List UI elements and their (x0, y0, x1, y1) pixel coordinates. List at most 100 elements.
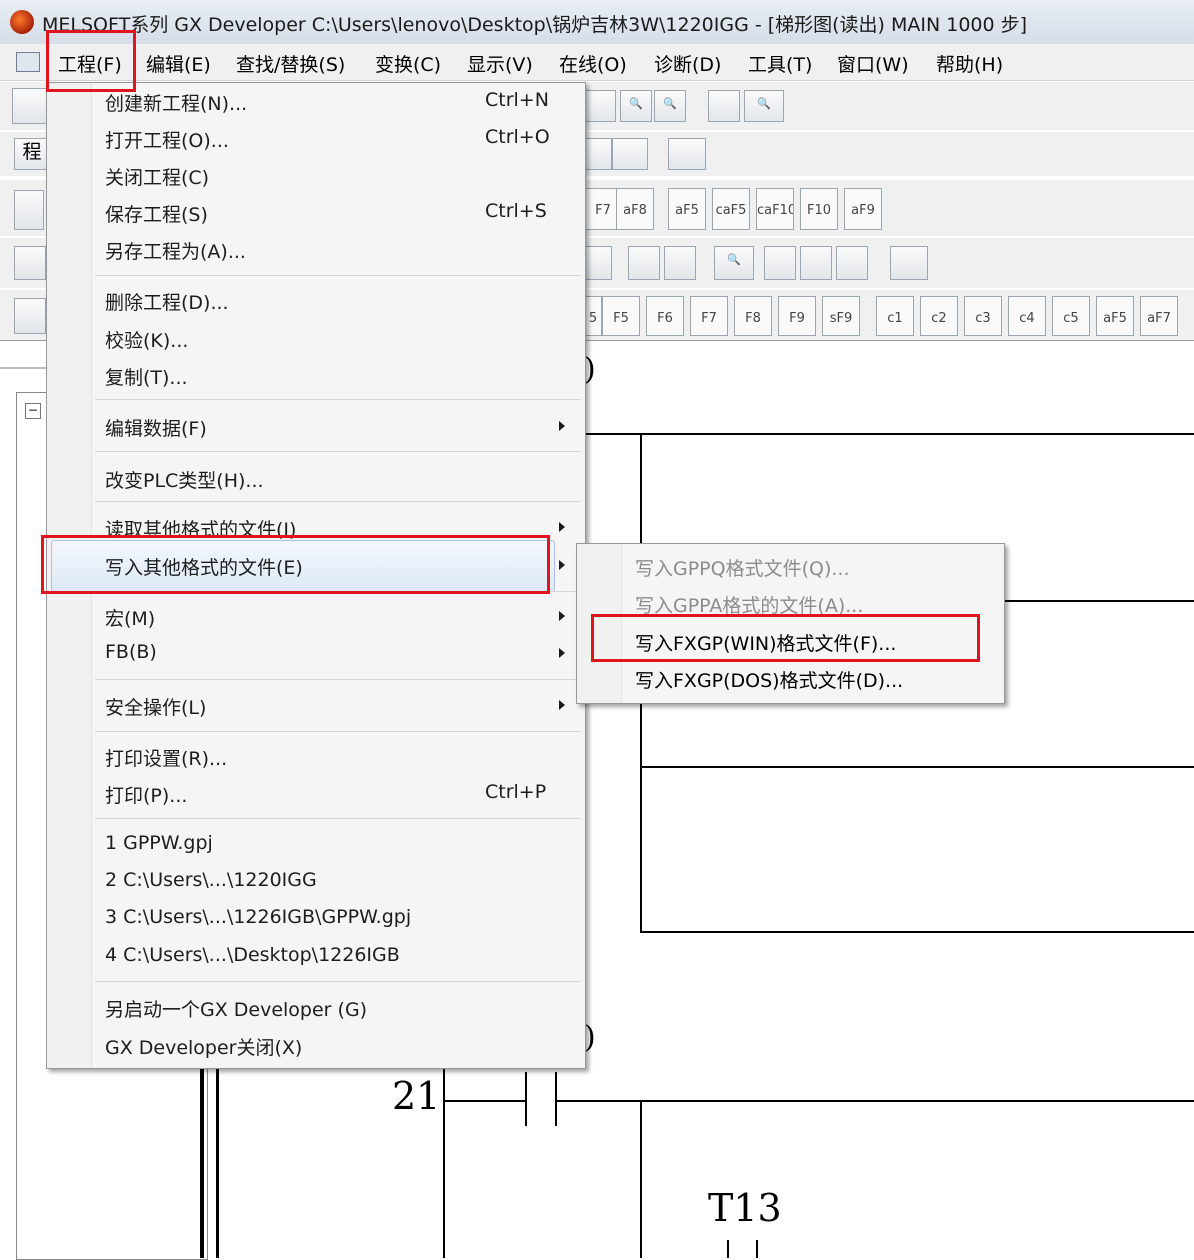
collapse-icon[interactable]: − (25, 403, 41, 419)
menu-item-save-as[interactable]: 另存工程为(A)... (105, 237, 246, 264)
ladder-line (557, 1100, 1194, 1102)
program-label[interactable]: 程 (14, 138, 50, 170)
window-title: MELSOFT系列 GX Developer C:\Users\lenovo\D… (42, 14, 1028, 36)
toolbar-icon[interactable] (584, 90, 616, 122)
search-icon[interactable]: 🔍 (744, 90, 784, 122)
zoom-icon[interactable]: 🔍 (620, 90, 652, 122)
menu-view[interactable]: 显示(V) (467, 50, 533, 77)
fkey-button[interactable]: caF5 (712, 188, 750, 230)
toolbar-icon[interactable] (584, 246, 612, 280)
menu-separator (95, 981, 581, 982)
menu-item-recent-2[interactable]: 2 C:\Users\...\1220IGG (105, 869, 317, 891)
monitor-icon[interactable]: 🔍 (654, 90, 686, 122)
menu-item-print[interactable]: 打印(P)... (105, 781, 187, 808)
menu-tools[interactable]: 工具(T) (748, 50, 812, 77)
menu-edit[interactable]: 编辑(E) (146, 50, 211, 77)
menu-item-verify[interactable]: 校验(K)... (105, 326, 188, 353)
fkey-button[interactable]: F5 (602, 296, 640, 336)
fkey-button[interactable]: aF5 (1096, 296, 1134, 336)
menu-separator (95, 451, 581, 452)
toolbar-icon[interactable] (800, 246, 832, 280)
fkey-button[interactable]: aF8 (616, 188, 654, 230)
menu-separator (95, 501, 581, 502)
menu-item-recent-1[interactable]: 1 GPPW.gpj (105, 832, 213, 854)
menu-item-close-project[interactable]: 关闭工程(C) (105, 163, 209, 190)
submenu-item-fxgp-dos[interactable]: 写入FXGP(DOS)格式文件(D)... (635, 666, 903, 693)
app-icon[interactable] (10, 10, 34, 34)
left-rail (216, 1060, 219, 1258)
menu-item-fb[interactable]: FB(B) (105, 641, 157, 663)
menu-diagnostics[interactable]: 诊断(D) (654, 50, 721, 77)
fkey-button[interactable]: F8 (734, 296, 772, 336)
toolbar-icon[interactable] (628, 246, 660, 280)
fkey-button[interactable]: aF5 (668, 188, 706, 230)
menu-item-open-project[interactable]: 打开工程(O)... (105, 126, 229, 153)
fkey-button[interactable]: F9 (778, 296, 816, 336)
menu-find-replace[interactable]: 查找/替换(S) (236, 50, 345, 77)
fkey-button[interactable]: 5 (584, 296, 602, 336)
annotation-box (41, 535, 550, 594)
menu-separator (95, 679, 581, 680)
contact-symbol[interactable] (555, 1072, 557, 1126)
fkey-button[interactable]: F7 (690, 296, 728, 336)
submenu-arrow-icon (559, 421, 565, 431)
menu-separator (95, 731, 581, 732)
fkey-button[interactable]: aF7 (1140, 296, 1178, 336)
toolbar-icon[interactable] (836, 246, 868, 280)
contact-symbol[interactable] (756, 1240, 758, 1258)
menu-item-recent-4[interactable]: 4 C:\Users\...\Desktop\1226IGB (105, 944, 400, 966)
document-icon[interactable] (16, 52, 40, 72)
menu-convert[interactable]: 变换(C) (375, 50, 441, 77)
menu-item-print-setup[interactable]: 打印设置(R)... (105, 744, 227, 771)
menu-window[interactable]: 窗口(W) (837, 50, 909, 77)
toolbar-icon[interactable] (890, 246, 928, 280)
ladder-line (640, 931, 1194, 933)
menu-separator (95, 399, 581, 400)
contact-symbol[interactable] (727, 1240, 729, 1258)
menu-item-copy[interactable]: 复制(T)... (105, 363, 188, 390)
menu-help[interactable]: 帮助(H) (936, 50, 1003, 77)
toolbar-icon[interactable] (14, 298, 46, 334)
fkey-button[interactable]: c1 (876, 296, 914, 336)
step-number: 21 (392, 1074, 441, 1118)
menu-item-macro[interactable]: 宏(M) (105, 604, 155, 631)
fkey-button[interactable]: F6 (646, 296, 684, 336)
toolbar-icon[interactable] (584, 138, 612, 170)
menu-online[interactable]: 在线(O) (559, 50, 627, 77)
shortcut: Ctrl+O (485, 126, 550, 148)
submenu-arrow-icon (559, 648, 565, 658)
fkey-button[interactable]: sF9 (822, 296, 860, 336)
shortcut: Ctrl+S (485, 200, 547, 222)
fkey-button[interactable]: aF9 (844, 188, 882, 230)
fkey-button[interactable]: F10 (800, 188, 838, 230)
ladder-line (445, 1100, 525, 1102)
submenu-arrow-icon (559, 560, 565, 570)
contact-symbol[interactable] (525, 1072, 527, 1126)
device-icon[interactable] (612, 138, 648, 170)
toolbar-icon[interactable] (764, 246, 796, 280)
window-icon[interactable] (708, 90, 740, 122)
toolbar-icon[interactable] (664, 246, 696, 280)
menu-item-start-another[interactable]: 另启动一个GX Developer (G) (105, 995, 367, 1022)
fkey-button[interactable]: c5 (1052, 296, 1090, 336)
menu-item-new-project[interactable]: 创建新工程(N)... (105, 89, 247, 116)
fkey-button[interactable]: c4 (1008, 296, 1046, 336)
menu-item-edit-data[interactable]: 编辑数据(F) (105, 414, 207, 441)
submenu-item-gppq[interactable]: 写入GPPQ格式文件(Q)... (635, 554, 850, 581)
menu-item-change-plc-type[interactable]: 改变PLC类型(H)... (105, 466, 264, 493)
menu-item-security[interactable]: 安全操作(L) (105, 693, 206, 720)
title-bar: MELSOFT系列 GX Developer C:\Users\lenovo\D… (0, 0, 1194, 45)
toolbar-icon[interactable] (14, 246, 46, 280)
menu-item-save-project[interactable]: 保存工程(S) (105, 200, 208, 227)
fkey-button[interactable]: caF10 (756, 188, 794, 230)
fkey-button[interactable]: c3 (964, 296, 1002, 336)
menu-item-exit[interactable]: GX Developer关闭(X) (105, 1033, 302, 1060)
contact-label: T13 (708, 1186, 782, 1230)
menu-item-recent-3[interactable]: 3 C:\Users\...\1226IGB\GPPW.gpj (105, 906, 411, 928)
comment-icon[interactable] (668, 138, 706, 170)
monitor-icon[interactable]: 🔍 (714, 246, 754, 280)
fkey-button[interactable]: c2 (920, 296, 958, 336)
menu-item-delete-project[interactable]: 删除工程(D)... (105, 288, 229, 315)
contact-icon[interactable] (14, 190, 44, 230)
new-icon[interactable] (12, 88, 48, 124)
